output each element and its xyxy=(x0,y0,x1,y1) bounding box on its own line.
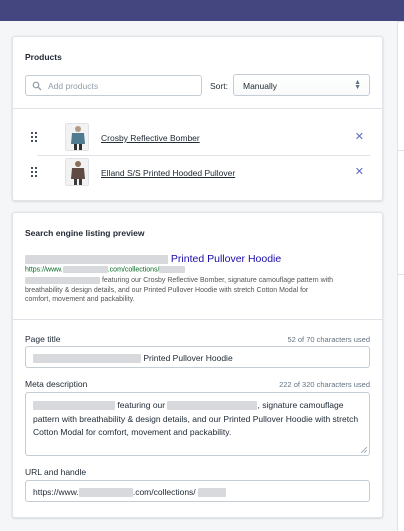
url-handle-prefix: https://www. xyxy=(33,487,79,497)
page-title-input[interactable]: Printed Pullover Hoodie xyxy=(25,346,370,368)
close-icon[interactable]: ✕ xyxy=(355,165,364,178)
product-row: Crosby Reflective Bomber ✕ xyxy=(25,121,370,155)
search-icon xyxy=(32,81,42,91)
page-title-value: Printed Pullover Hoodie xyxy=(143,353,233,363)
redacted-text xyxy=(25,276,100,284)
seo-desc-line3: comfort, movement and packability. xyxy=(25,296,135,303)
drag-handle-icon[interactable] xyxy=(31,132,38,142)
meta-description-count: 222 of 320 characters used xyxy=(279,380,370,389)
resize-grip-icon[interactable] xyxy=(361,447,367,453)
redacted-text xyxy=(25,254,168,264)
url-handle-input[interactable]: https://www. .com/collections/ xyxy=(25,480,370,502)
products-card: Products Add products Sort: Manually ▲▼ xyxy=(12,36,383,201)
page-title-count: 52 of 70 characters used xyxy=(287,335,370,344)
seo-preview-title: Printed Pullover Hoodie xyxy=(25,253,281,265)
seo-desc-line1: featuring our Crosby Reflective Bomber, … xyxy=(101,277,334,284)
search-placeholder: Add products xyxy=(48,81,99,91)
url-handle-label: URL and handle xyxy=(25,467,87,477)
meta-line3: Cotton Modal for comfort, movement and p… xyxy=(33,427,232,437)
redacted-text xyxy=(33,401,115,411)
redacted-text xyxy=(62,266,108,273)
page-title-label: Page title xyxy=(25,334,61,344)
close-icon[interactable]: ✕ xyxy=(355,130,364,143)
drag-handle-icon[interactable] xyxy=(31,167,38,177)
redacted-text xyxy=(159,266,186,273)
url-middle: .com/collections/ xyxy=(107,266,160,274)
url-prefix: https://www. xyxy=(25,266,63,274)
product-row: Elland S/S Printed Hooded Pullover ✕ xyxy=(25,156,370,190)
top-bar xyxy=(0,0,404,21)
add-products-search[interactable]: Add products xyxy=(25,75,202,96)
seo-heading: Search engine listing preview xyxy=(25,228,145,238)
side-panel-edge xyxy=(397,21,404,531)
seo-preview-url: https://www. .com/collections/ xyxy=(25,266,186,274)
select-arrows-icon: ▲ ▼ xyxy=(354,79,361,91)
redacted-text xyxy=(198,488,227,498)
product-name-link[interactable]: Elland S/S Printed Hooded Pullover xyxy=(101,168,235,178)
meta-description-label: Meta description xyxy=(25,379,88,389)
divider xyxy=(13,108,382,109)
seo-preview-title-text: Printed Pullover Hoodie xyxy=(170,253,282,265)
sort-value: Manually xyxy=(243,81,278,91)
sort-select[interactable]: Manually ▲ ▼ xyxy=(233,74,370,96)
meta-part2: , signature camouflage xyxy=(257,400,344,410)
meta-part1: featuring our xyxy=(117,400,166,410)
product-name-link[interactable]: Crosby Reflective Bomber xyxy=(101,133,200,143)
seo-card: Search engine listing preview Printed Pu… xyxy=(12,212,383,518)
url-handle-middle: .com/collections/ xyxy=(132,487,196,497)
product-thumbnail xyxy=(65,158,89,186)
product-thumbnail xyxy=(65,123,89,151)
seo-desc-line2: breathability & design details, and our … xyxy=(25,286,309,294)
meta-line2: pattern with breathability & design deta… xyxy=(33,413,359,424)
sort-label: Sort: xyxy=(210,81,228,91)
meta-description-textarea[interactable]: featuring our , signature camouflage pat… xyxy=(25,392,370,456)
divider xyxy=(13,319,382,320)
redacted-text xyxy=(33,354,141,364)
redacted-text xyxy=(78,488,133,498)
redacted-text xyxy=(167,401,258,411)
seo-preview-description: featuring our Crosby Reflective Bomber, … xyxy=(25,276,370,305)
products-heading: Products xyxy=(25,52,62,62)
